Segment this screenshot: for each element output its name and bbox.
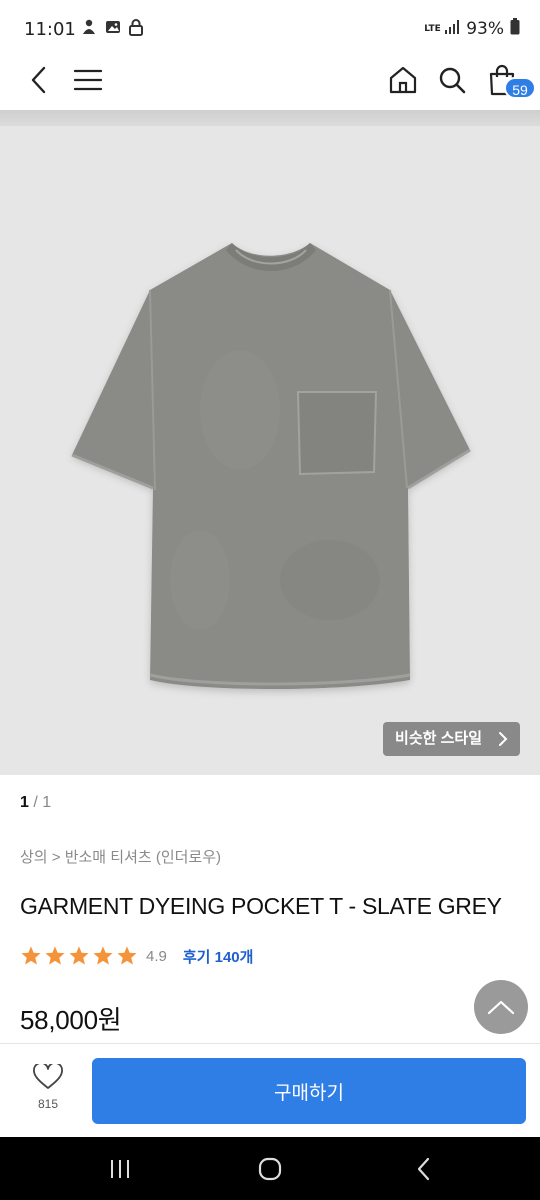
- chevron-up-icon: [487, 1000, 515, 1015]
- back-system-button[interactable]: [404, 1155, 444, 1183]
- top-nav: 59: [0, 58, 540, 110]
- status-bar: 11:01 LTE 93%: [0, 0, 540, 58]
- image-pager: 1 / 1: [20, 794, 51, 812]
- cart-count-badge: 59: [504, 77, 536, 99]
- scroll-to-top-button[interactable]: [474, 980, 528, 1034]
- chevron-right-icon: [498, 722, 508, 769]
- pager-current: 1: [20, 794, 29, 811]
- back-arrow-icon: [417, 1157, 430, 1181]
- star-icon: [117, 946, 137, 965]
- purchase-action-bar: 815 구매하기: [0, 1043, 540, 1137]
- rating-stars: [20, 945, 138, 967]
- like-count: 815: [37, 1097, 59, 1111]
- heart-icon: [33, 1062, 63, 1089]
- back-button[interactable]: [16, 60, 60, 100]
- status-time: 11:01: [24, 19, 76, 40]
- gallery-icon: [104, 18, 122, 41]
- recent-apps-icon: [111, 1160, 129, 1178]
- home-button[interactable]: [381, 60, 425, 100]
- menu-button[interactable]: [66, 60, 110, 100]
- battery-percent: 93%: [466, 19, 504, 39]
- home-circle-icon: [258, 1157, 282, 1181]
- recent-apps-button[interactable]: [100, 1155, 140, 1183]
- similar-style-label: 비슷한 스타일: [395, 730, 482, 747]
- hamburger-menu-icon: [74, 69, 102, 91]
- star-icon: [45, 946, 65, 965]
- notification-icons: [80, 18, 144, 41]
- product-image[interactable]: 비슷한 스타일: [0, 110, 540, 775]
- network-type: LTE: [424, 23, 441, 34]
- signal-icon: [444, 19, 460, 40]
- star-icon: [21, 946, 41, 965]
- pager-total: 1: [42, 794, 52, 811]
- tshirt-image: [71, 243, 471, 689]
- rating-value: 4.9: [146, 947, 167, 965]
- similar-style-button[interactable]: 비슷한 스타일: [383, 722, 520, 756]
- battery-icon: [510, 18, 520, 40]
- cart-button[interactable]: 59: [480, 60, 536, 100]
- search-button[interactable]: [430, 60, 474, 100]
- like-button[interactable]: 815: [16, 1062, 80, 1120]
- notification-app-icon: [80, 18, 98, 41]
- chevron-left-icon: [31, 66, 46, 94]
- search-icon: [439, 67, 466, 94]
- product-price: 58,000원: [20, 1005, 122, 1035]
- buy-button[interactable]: 구매하기: [92, 1058, 526, 1124]
- star-icon: [93, 946, 113, 965]
- system-navigation-bar: [0, 1137, 540, 1200]
- lock-icon: [128, 18, 144, 41]
- system-status-icons: LTE 93%: [424, 18, 520, 40]
- home-system-button[interactable]: [250, 1155, 290, 1183]
- home-icon: [389, 66, 417, 94]
- category-breadcrumb[interactable]: 상의 > 반소매 티셔츠 (인더로우): [20, 846, 221, 867]
- reviews-link[interactable]: 후기 140개: [183, 946, 254, 967]
- pager-separator: /: [33, 794, 38, 811]
- star-icon: [69, 946, 89, 965]
- product-title: GARMENT DYEING POCKET T - SLATE GREY: [20, 893, 502, 919]
- rating-row: 4.9 후기 140개: [20, 945, 253, 967]
